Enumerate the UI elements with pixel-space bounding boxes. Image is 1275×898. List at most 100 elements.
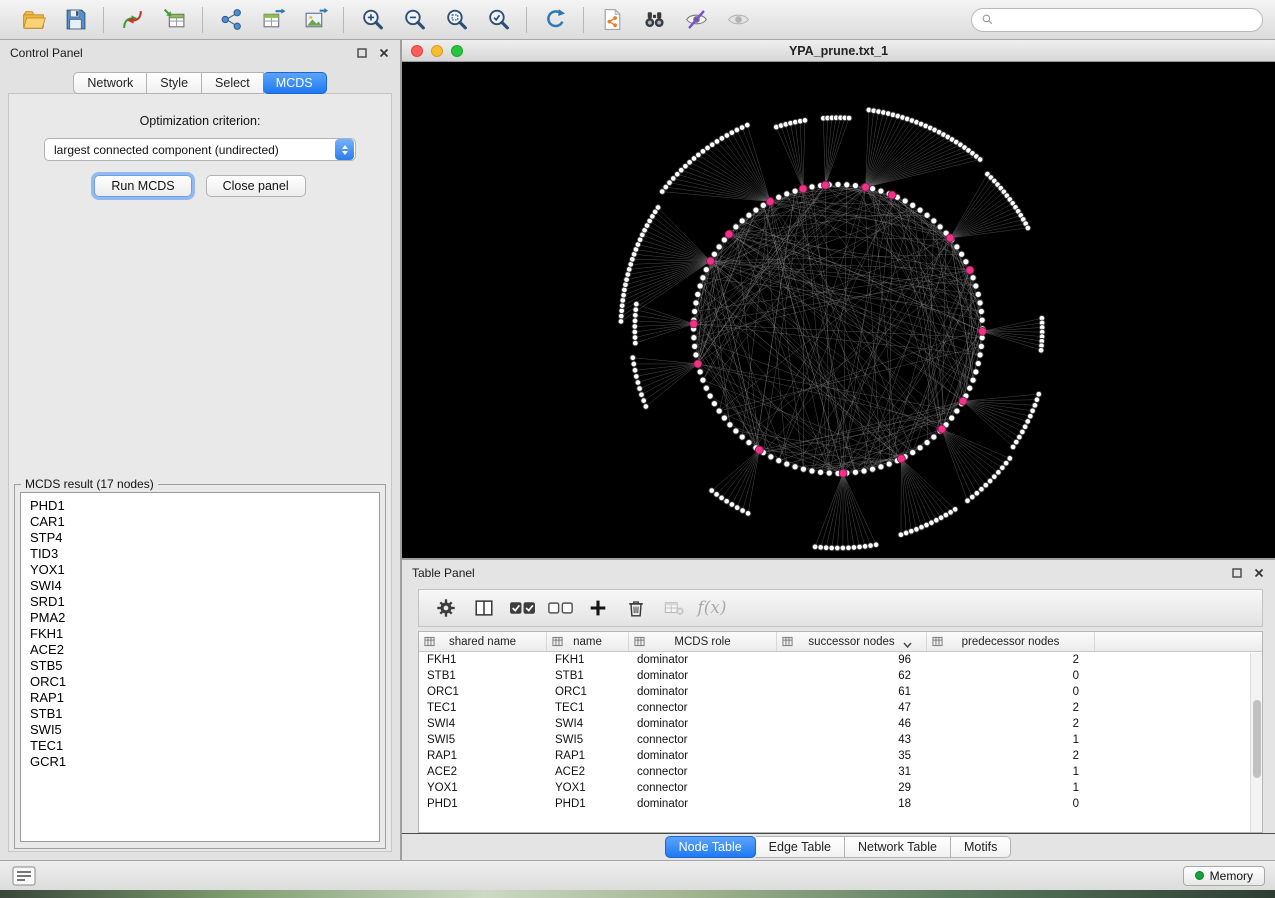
cell: SWI4 xyxy=(547,718,629,730)
cell: 46 xyxy=(777,718,927,730)
run-mcds-button[interactable]: Run MCDS xyxy=(94,175,191,197)
close-window-button[interactable] xyxy=(411,45,423,57)
column-visibility-button[interactable] xyxy=(467,593,501,623)
find-button[interactable] xyxy=(633,4,675,36)
network-view xyxy=(402,62,1275,558)
maximize-window-button[interactable] xyxy=(451,45,463,57)
cell: TEC1 xyxy=(419,702,547,714)
column-label: predecessor nodes xyxy=(962,636,1060,648)
close-panel-icon[interactable] xyxy=(378,47,390,59)
cell: dominator xyxy=(629,686,777,698)
table-scrollbar[interactable] xyxy=(1250,653,1262,832)
import-network-button[interactable] xyxy=(111,4,153,36)
export-image-icon xyxy=(303,7,328,32)
network-svg[interactable] xyxy=(402,62,1275,558)
share-document-icon xyxy=(600,7,625,32)
optimization-criterion-select[interactable]: largest connected component (undirected) xyxy=(44,138,356,161)
table-settings-button[interactable] xyxy=(429,593,463,623)
float-panel-icon[interactable] xyxy=(356,47,368,59)
share-document-button[interactable] xyxy=(591,4,633,36)
mcds-node-item: ORC1 xyxy=(30,674,370,690)
table-row[interactable]: YOX1YOX1connector291 xyxy=(419,780,1262,796)
column-grid-icon xyxy=(634,636,645,650)
tab-node-table[interactable]: Node Table xyxy=(665,836,756,858)
cell: 2 xyxy=(927,654,1095,666)
node-table: shared name name MCDS rolesuccessor nodes p… xyxy=(418,631,1263,833)
table-row[interactable]: SWI4SWI4dominator462 xyxy=(419,716,1262,732)
checked-boxes-icon xyxy=(509,598,536,619)
column-header-predecessor-nodes[interactable]: predecessor nodes xyxy=(927,632,1095,651)
tab-edge-table[interactable]: Edge Table xyxy=(756,836,845,858)
table-row[interactable]: RAP1RAP1dominator352 xyxy=(419,748,1262,764)
main-toolbar xyxy=(0,0,1275,40)
folder-open-icon xyxy=(21,7,46,32)
open-file-button[interactable] xyxy=(12,4,54,36)
scrollbar-thumb[interactable] xyxy=(1253,700,1261,779)
tab-network-table[interactable]: Network Table xyxy=(845,836,951,858)
table-row[interactable]: TEC1TEC1connector472 xyxy=(419,700,1262,716)
show-all-button[interactable] xyxy=(717,4,759,36)
table-row[interactable]: ACE2ACE2connector311 xyxy=(419,764,1262,780)
search-box[interactable] xyxy=(971,8,1263,32)
export-image-button[interactable] xyxy=(294,4,336,36)
status-menu-button[interactable] xyxy=(10,865,38,887)
sort-chevron-icon[interactable] xyxy=(903,639,912,651)
table-row[interactable]: SWI5SWI5connector431 xyxy=(419,732,1262,748)
zoom-selected-button[interactable] xyxy=(477,4,519,36)
cell: 1 xyxy=(927,734,1095,746)
tab-motifs[interactable]: Motifs xyxy=(951,836,1011,858)
delete-table-button[interactable] xyxy=(657,593,691,623)
tab-select[interactable]: Select xyxy=(202,72,264,94)
zoom-in-button[interactable] xyxy=(351,4,393,36)
tab-mcds[interactable]: MCDS xyxy=(263,72,327,94)
optimization-label: Optimization criterion: xyxy=(140,114,261,128)
import-network-icon xyxy=(120,7,145,32)
zoom-fit-button[interactable] xyxy=(435,4,477,36)
refresh-button[interactable] xyxy=(534,4,576,36)
function-builder-button[interactable]: f(x) xyxy=(695,593,729,623)
import-table-button[interactable] xyxy=(153,4,195,36)
column-header-successor-nodes[interactable]: successor nodes xyxy=(777,632,927,651)
float-table-panel-icon[interactable] xyxy=(1231,567,1243,579)
column-header-shared-name[interactable]: shared name xyxy=(419,632,547,651)
cell: 2 xyxy=(927,702,1095,714)
mcds-node-item: ACE2 xyxy=(30,642,370,658)
hide-selected-button[interactable] xyxy=(675,4,717,36)
close-table-panel-icon[interactable] xyxy=(1253,567,1265,579)
table-row[interactable]: STB1STB1dominator620 xyxy=(419,668,1262,684)
control-panel: Control Panel NetworkStyleSelectMCDS Opt… xyxy=(0,40,402,860)
memory-button[interactable]: Memory xyxy=(1183,866,1265,886)
column-header-name[interactable]: name xyxy=(547,632,629,651)
delete-columns-button[interactable] xyxy=(619,593,653,623)
cell: RAP1 xyxy=(547,750,629,762)
mcds-result-group: MCDS result (17 nodes) PHD1CAR1STP4TID3Y… xyxy=(14,477,386,849)
add-column-button[interactable] xyxy=(581,593,615,623)
column-label: shared name xyxy=(449,636,516,648)
zoom-out-icon xyxy=(402,7,427,32)
search-input[interactable] xyxy=(999,13,1253,27)
close-panel-button[interactable]: Close panel xyxy=(206,175,306,197)
table-row[interactable]: ORC1ORC1dominator610 xyxy=(419,684,1262,700)
save-button[interactable] xyxy=(54,4,96,36)
zoom-out-button[interactable] xyxy=(393,4,435,36)
cell: 47 xyxy=(777,702,927,714)
minimize-window-button[interactable] xyxy=(431,45,443,57)
table-row[interactable]: PHD1PHD1dominator180 xyxy=(419,796,1262,812)
column-grid-icon xyxy=(782,636,793,650)
export-network-button[interactable] xyxy=(210,4,252,36)
select-all-button[interactable] xyxy=(505,593,539,623)
deselect-all-button[interactable] xyxy=(543,593,577,623)
column-label: name xyxy=(573,636,602,648)
network-titlebar: YPA_prune.txt_1 xyxy=(402,40,1275,62)
mcds-result-list[interactable]: PHD1CAR1STP4TID3YOX1SWI4SRD1PMA2FKH1ACE2… xyxy=(20,492,380,842)
tab-network[interactable]: Network xyxy=(73,72,147,94)
tab-style[interactable]: Style xyxy=(147,72,202,94)
table-row[interactable]: FKH1FKH1dominator962 xyxy=(419,652,1262,668)
select-stepper-icon xyxy=(335,139,354,160)
mcds-node-item: YOX1 xyxy=(30,562,370,578)
table-header-row: shared name name MCDS rolesuccessor nodes p… xyxy=(419,632,1262,652)
cell: 0 xyxy=(927,798,1095,810)
export-table-icon xyxy=(261,7,286,32)
export-table-button[interactable] xyxy=(252,4,294,36)
column-header-MCDS-role[interactable]: MCDS role xyxy=(629,632,777,651)
